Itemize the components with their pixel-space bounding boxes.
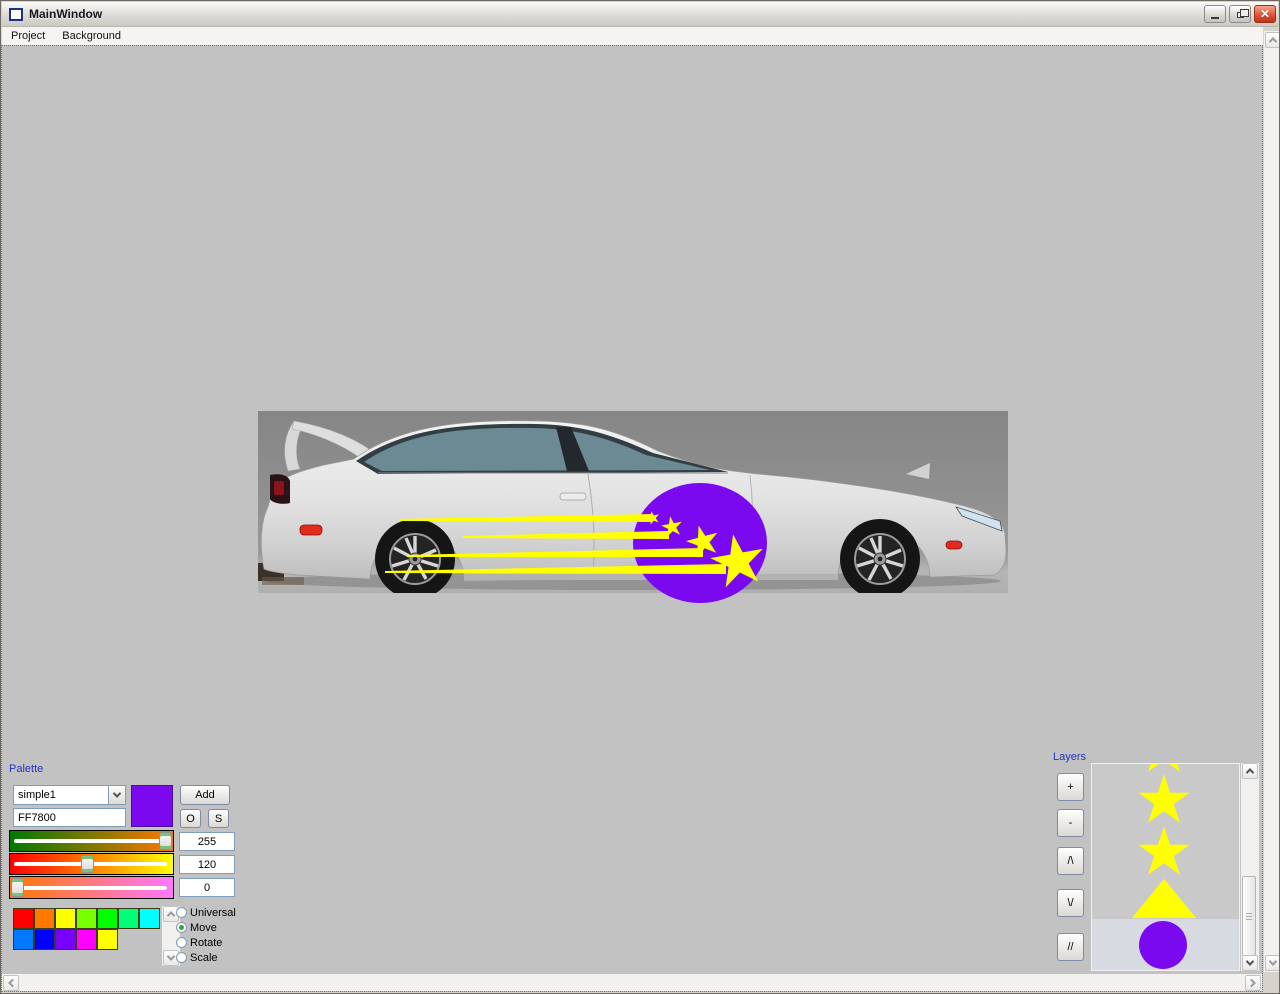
layers-list[interactable] [1091,763,1240,971]
window-title: MainWindow [29,7,103,21]
blue-value-input[interactable] [179,878,235,897]
slider-handle[interactable] [159,832,172,850]
close-button[interactable]: ✕ [1254,5,1276,23]
green-value-input[interactable] [179,855,235,874]
decal-overlay[interactable] [258,411,1008,651]
palette-swatch[interactable] [13,929,34,950]
palette-swatch[interactable] [97,908,118,929]
layers-label: Layers [1053,751,1087,763]
close-icon: ✕ [1259,7,1271,21]
outline-button[interactable]: O [180,809,201,828]
solid-button[interactable]: S [208,809,229,828]
palette-swatch[interactable] [34,908,55,929]
mode-radio-move[interactable]: Move [176,921,217,934]
main-window: MainWindow ✕ Project Background Palette … [0,0,1280,994]
mode-radio-group: Universal Move Rotate Scale [176,906,246,974]
move-layer-up-button[interactable]: /\ [1057,847,1084,875]
palette-preset-value: simple1 [18,789,56,801]
move-layer-down-button[interactable]: \/ [1057,889,1084,917]
restore-button[interactable] [1229,5,1251,23]
scroll-up-button[interactable] [1264,32,1279,48]
title-bar[interactable]: MainWindow ✕ [2,2,1278,27]
radio-icon[interactable] [176,937,187,948]
app-icon [9,7,23,21]
palette-swatch[interactable] [97,929,118,950]
palette-swatch[interactable] [13,908,34,929]
palette-preset-dropdown[interactable]: simple1 [13,785,126,805]
vertical-scrollbar[interactable] [1264,31,1279,972]
minimize-button[interactable] [1204,5,1226,23]
layer-buttons: + - /\ \/ // [1057,773,1085,974]
palette-swatch[interactable] [118,908,139,929]
radio-icon[interactable] [176,922,187,933]
green-channel-slider[interactable] [9,853,174,875]
dropdown-arrow-icon[interactable] [108,786,125,804]
radio-label: Rotate [190,936,223,949]
remove-layer-button[interactable]: - [1057,809,1084,837]
mode-radio-rotate[interactable]: Rotate [176,936,222,949]
scroll-down-button[interactable] [1242,955,1258,971]
current-color-swatch [131,785,173,827]
layer-row-star[interactable] [1092,773,1239,825]
scrollbar-thumb[interactable] [1242,876,1256,956]
mode-radio-universal[interactable]: Universal [176,906,236,919]
layer-row-star[interactable] [1092,825,1239,877]
palette-swatch[interactable] [139,908,160,929]
red-channel-slider[interactable] [9,830,174,852]
palette-swatch[interactable] [76,929,97,950]
layers-scrollbar[interactable] [1241,763,1259,971]
swatch-row [13,908,160,929]
add-layer-button[interactable]: + [1057,773,1084,801]
layer-row-top-partial[interactable] [1092,764,1239,773]
slider-handle[interactable] [11,878,24,897]
duplicate-layer-button[interactable]: // [1057,933,1084,961]
swatch-row [13,929,118,950]
red-value-input[interactable] [179,832,235,851]
scroll-up-button[interactable] [1242,763,1258,779]
horizontal-scrollbar[interactable] [2,974,1262,991]
scroll-down-button[interactable] [1264,955,1279,971]
menu-bar: Project Background [2,27,1263,45]
palette-swatch[interactable] [55,908,76,929]
radio-icon[interactable] [176,907,187,918]
layer-row-triangle[interactable] [1092,877,1239,919]
blue-channel-slider[interactable] [9,876,174,899]
palette-swatch[interactable] [34,929,55,950]
hex-color-input[interactable] [13,808,126,827]
scroll-left-button[interactable] [3,974,19,991]
mode-radio-scale[interactable]: Scale [176,951,218,964]
menu-project[interactable]: Project [3,28,53,44]
menu-background[interactable]: Background [54,28,129,44]
palette-swatch[interactable] [76,908,97,929]
restore-icon [1236,9,1249,18]
radio-label: Universal [190,906,236,919]
radio-label: Scale [190,951,218,964]
radio-label: Move [190,921,217,934]
radio-icon[interactable] [176,952,187,963]
palette-label: Palette [9,763,44,775]
palette-swatch[interactable] [55,929,76,950]
minimize-icon [1211,17,1219,19]
scroll-right-button[interactable] [1245,974,1261,991]
add-button[interactable]: Add [180,785,230,805]
slider-handle[interactable] [80,855,94,873]
layer-row-circle[interactable] [1092,919,1239,970]
scroll-area: Palette simple1 Add O S [1,45,1263,992]
design-canvas[interactable]: Palette simple1 Add O S [2,46,1262,974]
